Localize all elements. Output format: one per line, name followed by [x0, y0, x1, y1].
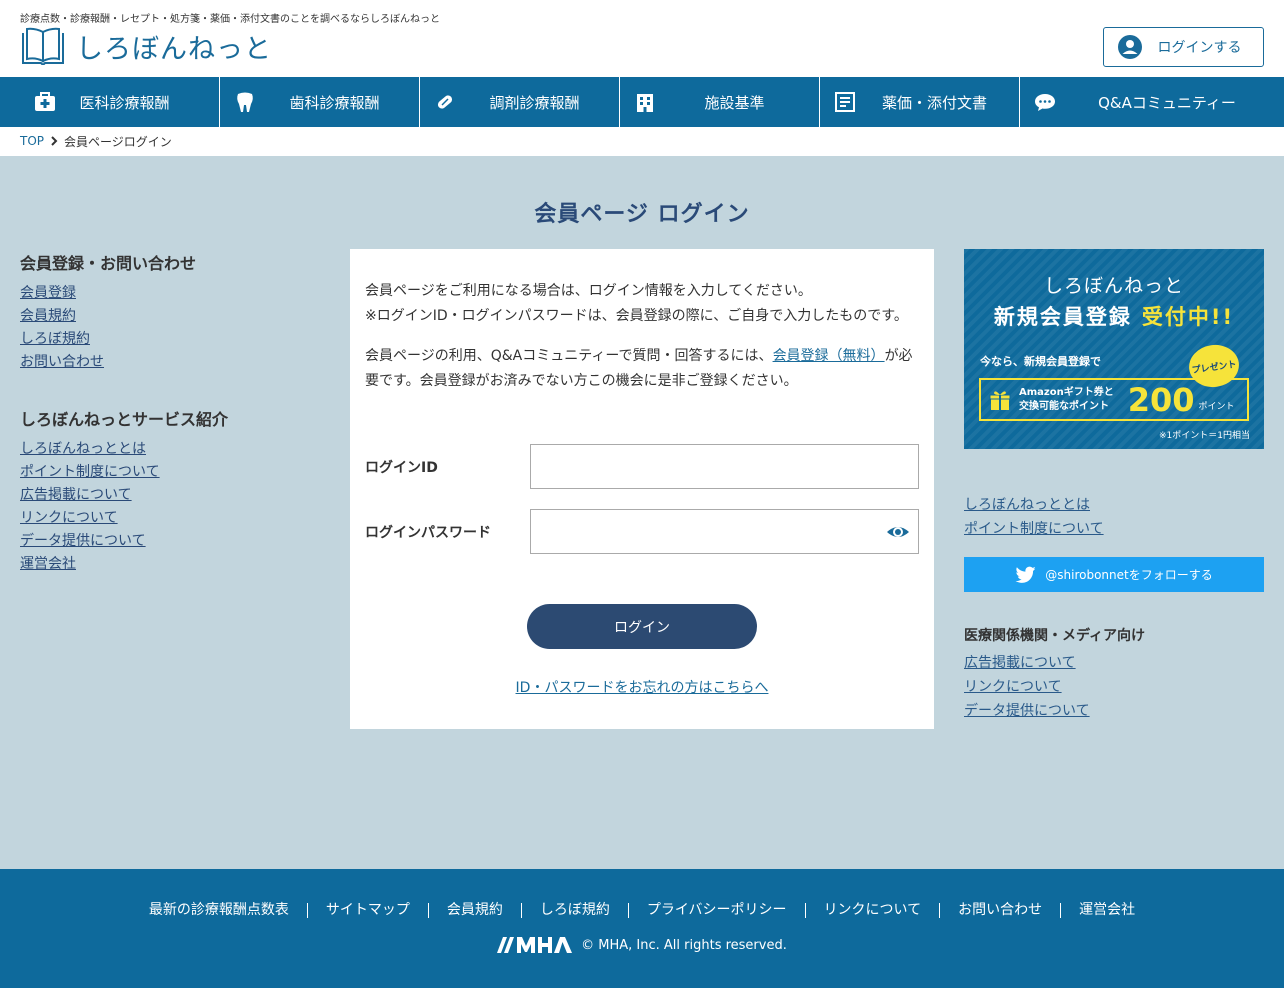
document-icon — [835, 92, 855, 112]
sidebar-service-links: しろぼんねっととは ポイント制度について 広告掲載について リンクについて デー… — [20, 438, 320, 576]
chat-bubble-icon — [1035, 94, 1055, 111]
login-id-input[interactable] — [530, 444, 919, 489]
nav-drug-prices[interactable]: 薬価・添付文書 — [820, 77, 1020, 127]
site-footer: 最新の診療報酬点数表 サイトマップ 会員規約 しろぼ規約 プライバシーポリシー … — [0, 869, 1284, 988]
sidebar-link-linking[interactable]: リンクについて — [20, 510, 118, 526]
login-password-label: ログインパスワード — [365, 525, 491, 541]
right-sidebar-heading: 医療関係機関・メディア向け — [964, 628, 1146, 644]
twitter-follow-label: @shirobonnetをフォローする — [1045, 568, 1213, 582]
banner-line2: 新規会員登録 受付中!! — [964, 301, 1264, 331]
global-nav: 医科診療報酬 歯科診療報酬 調剤診療報酬 施設基準 薬価・添付文書 Q&Aコミュ… — [0, 77, 1284, 127]
sidebar-link-contact[interactable]: お問い合わせ — [20, 354, 104, 370]
sidebar-link-data[interactable]: データ提供について — [20, 533, 146, 549]
sidebar-link-points[interactable]: ポイント制度について — [20, 464, 160, 480]
header-login-label: ログインする — [1157, 40, 1242, 56]
page-title: 会員ページ ログイン — [534, 202, 750, 227]
site-header: 診療点数・診療報酬・レセプト・処方箋・薬価・添付文書のことを調べるならしろぼんね… — [0, 0, 1284, 77]
footer-link-member-terms[interactable]: 会員規約 — [427, 903, 521, 918]
banner-points-value: 200 — [1127, 380, 1195, 419]
right-link-about[interactable]: しろぼんねっととは — [964, 497, 1090, 513]
forgot-credentials-link[interactable]: ID・パスワードをお忘れの方はこちらへ — [516, 680, 769, 696]
banner-line3: 今なら、新規会員登録で — [980, 355, 1101, 368]
breadcrumb: TOP 会員ページログイン — [20, 133, 172, 149]
tooth-icon — [237, 92, 253, 112]
right-sidebar-media-links: 広告掲載について リンクについて データ提供について — [964, 652, 1090, 724]
footer-link-company[interactable]: 運営会社 — [1060, 903, 1153, 918]
sidebar-link-member-terms[interactable]: 会員規約 — [20, 308, 76, 324]
banner-note: ※1ポイント＝1円相当 — [1159, 431, 1250, 441]
logo-text: しろぼんねっと — [76, 33, 272, 65]
register-notice: 会員ページの利用、Q&Aコミュニティーで質問・回答するには、会員登録（無料）が必… — [365, 344, 925, 394]
sidebar-link-advertising[interactable]: 広告掲載について — [20, 487, 132, 503]
nav-medical-fees[interactable]: 医科診療報酬 — [0, 77, 220, 127]
right-sidebar-links: しろぼんねっととは ポイント制度について — [964, 494, 1104, 542]
twitter-follow-button[interactable]: @shirobonnetをフォローする — [964, 557, 1264, 592]
sidebar-link-company[interactable]: 運営会社 — [20, 556, 76, 572]
book-logo-icon — [22, 27, 64, 65]
nav-dental-fees[interactable]: 歯科診療報酬 — [220, 77, 420, 127]
footer-links: 最新の診療報酬点数表 サイトマップ 会員規約 しろぼ規約 プライバシーポリシー … — [0, 903, 1284, 918]
right-link-points[interactable]: ポイント制度について — [964, 521, 1104, 537]
copyright: © MHA, Inc. All rights reserved. — [0, 936, 1284, 954]
eye-icon[interactable] — [886, 522, 910, 542]
login-card: 会員ページをご利用になる場合は、ログイン情報を入力してください。 ※ログインID… — [350, 249, 934, 729]
breadcrumb-top-link[interactable]: TOP — [20, 134, 44, 148]
left-sidebar: 会員登録・お問い合わせ 会員登録 会員規約 しろぼ規約 お問い合わせ しろぼんね… — [20, 250, 320, 608]
banner-gift-text-2: 交換可能なポイント — [1019, 400, 1109, 412]
hospital-building-icon — [637, 94, 653, 112]
breadcrumb-current: 会員ページログイン — [64, 134, 172, 149]
forgot-credentials: ID・パスワードをお忘れの方はこちらへ — [350, 677, 934, 697]
footer-link-privacy[interactable]: プライバシーポリシー — [627, 903, 805, 918]
nav-qa-community[interactable]: Q&Aコミュニティー — [1020, 77, 1284, 127]
login-intro-line1: 会員ページをご利用になる場合は、ログイン情報を入力してください。 — [365, 283, 812, 299]
copyright-text: © MHA, Inc. All rights reserved. — [581, 937, 787, 953]
nav-label: 医科診療報酬 — [79, 93, 170, 112]
register-free-link[interactable]: 会員登録（無料） — [773, 348, 885, 364]
nav-pharmacy-fees[interactable]: 調剤診療報酬 — [420, 77, 620, 127]
nav-facility-standards[interactable]: 施設基準 — [620, 77, 820, 127]
sidebar-heading-registration: 会員登録・お問い合わせ — [20, 254, 197, 273]
registration-campaign-banner[interactable]: しろぼんねっと 新規会員登録 受付中!! 今なら、新規会員登録で プレゼント Am… — [964, 249, 1264, 449]
sidebar-link-shirobo-terms[interactable]: しろぼ規約 — [20, 331, 90, 347]
footer-link-contact[interactable]: お問い合わせ — [939, 903, 1060, 918]
right-link-advertising[interactable]: 広告掲載について — [964, 655, 1076, 671]
footer-link-linking[interactable]: リンクについて — [804, 903, 940, 918]
user-icon — [1118, 35, 1142, 59]
chevron-right-icon — [51, 136, 58, 146]
footer-link-latest-fees[interactable]: 最新の診療報酬点数表 — [131, 903, 307, 918]
footer-link-shirobo-terms[interactable]: しろぼ規約 — [520, 903, 628, 918]
banner-gift-text-1: Amazonギフト券と — [1019, 386, 1114, 398]
footer-link-sitemap[interactable]: サイトマップ — [306, 903, 428, 918]
banner-line2-main: 新規会員登録 — [993, 305, 1132, 329]
banner-gift-box: Amazonギフト券と 交換可能なポイント 200 ポイント — [979, 378, 1249, 421]
sidebar-registration-links: 会員登録 会員規約 しろぼ規約 お問い合わせ — [20, 282, 320, 374]
login-id-label: ログインID — [365, 460, 438, 476]
nav-label: Q&Aコミュニティー — [1098, 93, 1236, 112]
banner-line1: しろぼんねっと — [1043, 275, 1184, 297]
sidebar-heading-services: しろぼんねっとサービス紹介 — [20, 410, 229, 429]
banner-points-unit: ポイント — [1198, 402, 1235, 412]
login-submit-button[interactable]: ログイン — [527, 604, 757, 649]
login-intro-line2: ※ログインID・ログインパスワードは、会員登録の際に、ご自身で入力したものです。 — [365, 308, 908, 324]
twitter-bird-icon — [1015, 566, 1037, 583]
mha-logo-icon — [497, 937, 573, 953]
sidebar-link-about[interactable]: しろぼんねっととは — [20, 441, 146, 457]
sidebar-link-register[interactable]: 会員登録 — [20, 285, 76, 301]
site-tagline: 診療点数・診療報酬・レセプト・処方箋・薬価・添付文書のことを調べるならしろぼんね… — [20, 14, 440, 25]
banner-gift-text: Amazonギフト券と 交換可能なポイント — [1019, 386, 1114, 414]
header-login-button[interactable]: ログインする — [1103, 27, 1264, 67]
login-intro: 会員ページをご利用になる場合は、ログイン情報を入力してください。 ※ログインID… — [365, 279, 925, 329]
login-password-input[interactable] — [530, 509, 919, 554]
gift-icon — [989, 390, 1011, 410]
site-logo[interactable]: しろぼんねっと — [20, 26, 272, 66]
banner-line2-accent: 受付中!! — [1141, 305, 1235, 329]
right-link-linking[interactable]: リンクについて — [964, 679, 1062, 695]
register-notice-before: 会員ページの利用、Q&Aコミュニティーで質問・回答するには、 — [365, 348, 773, 364]
right-link-data[interactable]: データ提供について — [964, 703, 1090, 719]
pill-icon — [437, 95, 453, 109]
medical-kit-icon — [35, 92, 55, 111]
